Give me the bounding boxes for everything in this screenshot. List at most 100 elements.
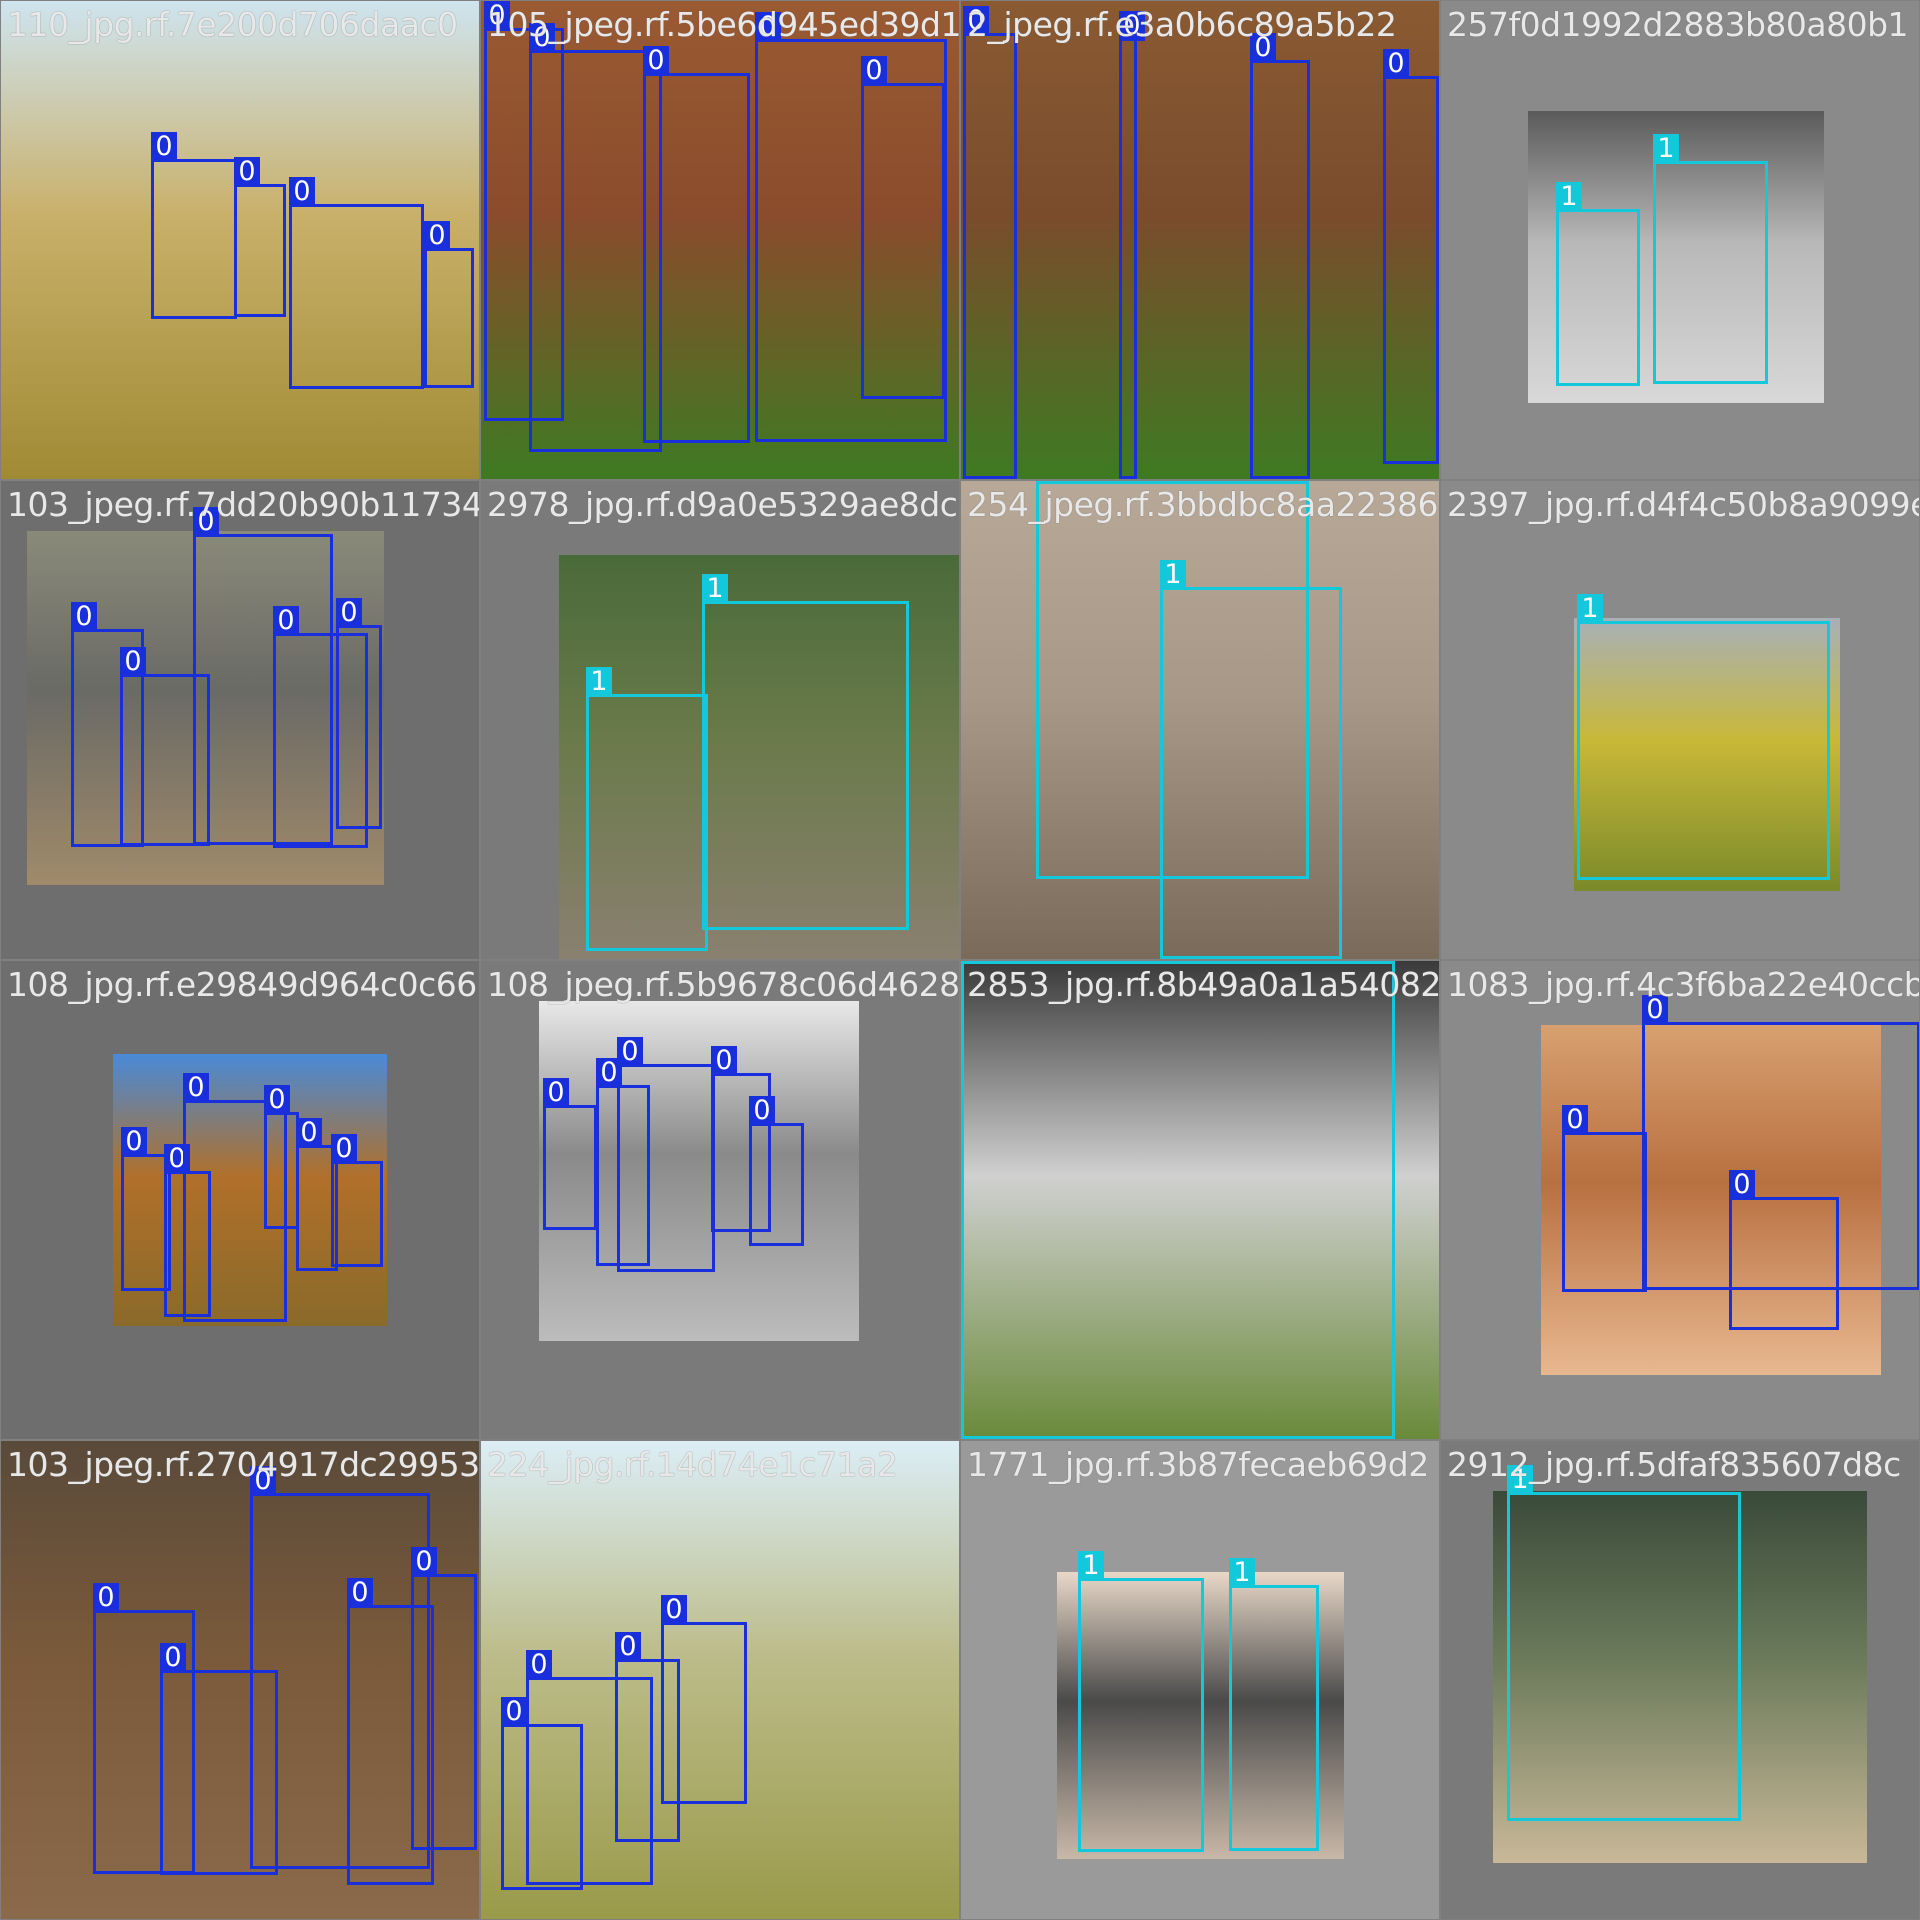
class-label: 0 — [273, 606, 299, 636]
class-label: 0 — [643, 46, 669, 76]
bounding-box: 0 — [749, 1096, 804, 1246]
bounding-box: 1 — [1229, 1558, 1319, 1851]
bounding-box: 1 — [1653, 134, 1768, 384]
class-label: 1 — [1653, 134, 1679, 164]
class-label: 1 — [586, 667, 612, 697]
image-tile: 0 0 0 0 110_jpg.rf.7e200d706daac0 — [1, 1, 479, 479]
class-label: 0 — [93, 1583, 119, 1613]
image-tile: 0 0 0 0 0 108_jpeg.rf.5b9678c06d4628 — [481, 961, 959, 1439]
bounding-box: 0 — [661, 1595, 747, 1804]
bounding-box: 1 — [1577, 594, 1830, 880]
bounding-box: 0 — [643, 46, 750, 443]
class-label: 1 — [961, 961, 987, 964]
image-tile: 11254_jpeg.rf.3bbdbc8aa22386 — [961, 481, 1439, 959]
bounding-box: 0 — [501, 1697, 583, 1890]
bounding-box: 0 — [543, 1078, 597, 1230]
bounding-box: 1 — [1078, 1551, 1204, 1852]
class-label: 0 — [661, 1595, 687, 1625]
filename-label: 2397_jpg.rf.d4f4c50b8a9099e — [1447, 485, 1919, 524]
image-tile: 0 0 0 0 0 105_jpeg.rf.5be6d945ed39d1 — [481, 1, 959, 479]
bounding-box: 0 — [1250, 33, 1310, 479]
image-tile: 0 0 0 0 2_jpeg.rf.e3a0b6c89a5b22 — [961, 1, 1439, 479]
filename-label: 1771_jpg.rf.3b87fecaeb69d2 — [967, 1445, 1429, 1484]
bounding-box: 0 — [424, 221, 474, 388]
class-label: 0 — [861, 56, 887, 86]
bounding-box: 0 — [617, 1037, 715, 1272]
bounding-box: 1 — [702, 574, 909, 930]
photo — [961, 1, 1439, 479]
image-tile: 1 2397_jpg.rf.d4f4c50b8a9099e — [1441, 481, 1919, 959]
class-label: 1 — [1160, 560, 1186, 590]
bounding-box: 0 — [289, 177, 424, 389]
class-label: 0 — [411, 1547, 437, 1577]
filename-label: 2912_jpg.rf.5dfaf835607d8c — [1447, 1445, 1901, 1484]
class-label: 0 — [71, 602, 97, 632]
filename-label: 108_jpg.rf.e29849d964c0c66 — [7, 965, 477, 1004]
image-tile: 0 0 0 0 0 103_jpeg.rf.7dd20b90b11734 — [1, 481, 479, 959]
class-label: 0 — [234, 157, 260, 187]
image-tile: 0 0 0 0 224_jpg.rf.14d74e1c71a2 — [481, 1441, 959, 1919]
filename-label: 2853_jpg.rf.8b49a0a1a54082 — [967, 965, 1439, 1004]
bounding-box: 1 — [586, 667, 708, 951]
filename-label: 103_jpeg.rf.2704917dc29953 — [7, 1445, 479, 1484]
class-label: 1 — [1078, 1551, 1104, 1581]
class-label: 0 — [1562, 1105, 1588, 1135]
bounding-box: 0 — [861, 56, 945, 399]
bounding-box: 1 — [1507, 1465, 1741, 1821]
class-label: 0 — [289, 177, 315, 207]
class-label: 0 — [347, 1578, 373, 1608]
filename-label: 103_jpeg.rf.7dd20b90b11734 — [7, 485, 479, 524]
bounding-box: 0 — [331, 1134, 383, 1267]
mosaic-grid: 0 0 0 0 110_jpg.rf.7e200d706daac0 0 0 0 0 0 105_jp… — [0, 0, 1920, 1920]
image-tile: 0 0 0 0 0 103_jpeg.rf.2704917dc29953 — [1, 1441, 479, 1919]
filename-label: 1083_jpg.rf.4c3f6ba22e40ccb7 — [1447, 965, 1919, 1004]
image-tile: 0 0 0 1083_jpg.rf.4c3f6ba22e40ccb7 — [1441, 961, 1919, 1439]
class-label: 1 — [1577, 594, 1603, 624]
filename-label: 254_jpeg.rf.3bbdbc8aa22386 — [967, 485, 1438, 524]
image-tile: 0 0 0 0 0 0 108_jpg.rf.e29849d964c0c66 — [1, 961, 479, 1439]
class-label: 0 — [336, 598, 362, 628]
class-label: 1 — [702, 574, 728, 604]
class-label: 0 — [183, 1073, 209, 1103]
bounding-box: 0 — [1729, 1170, 1839, 1330]
image-tile: 1 1 1771_jpg.rf.3b87fecaeb69d2 — [961, 1441, 1439, 1919]
class-label: 0 — [749, 1096, 775, 1126]
bounding-box: 0 — [336, 598, 382, 829]
bounding-box: 0 — [1383, 49, 1439, 464]
class-label: 0 — [331, 1134, 357, 1164]
image-tile: 1 1 2978_jpg.rf.d9a0e5329ae8dce1 — [481, 481, 959, 959]
bounding-box: 0 — [264, 1085, 299, 1229]
bounding-box: 0 — [151, 132, 237, 319]
class-label: 0 — [1383, 49, 1409, 79]
class-label: 0 — [617, 1037, 643, 1067]
filename-label: 105_jpeg.rf.5be6d945ed39d1 — [487, 5, 959, 44]
filename-label: 110_jpg.rf.7e200d706daac0 — [7, 5, 458, 44]
class-label: 0 — [121, 1127, 147, 1157]
image-tile: 1 2912_jpg.rf.5dfaf835607d8c — [1441, 1441, 1919, 1919]
class-label: 0 — [615, 1632, 641, 1662]
bounding-box: 0 — [1119, 11, 1145, 479]
bounding-box: 1 — [1556, 182, 1640, 386]
class-label: 0 — [526, 1650, 552, 1680]
filename-label: 108_jpeg.rf.5b9678c06d4628 — [487, 965, 959, 1004]
class-label: 0 — [296, 1118, 322, 1148]
class-label: 0 — [120, 647, 146, 677]
bounding-box: 0 — [1562, 1105, 1647, 1292]
class-label: 0 — [1729, 1170, 1755, 1200]
bounding-box: 1 — [961, 961, 1395, 1439]
filename-label: 2_jpeg.rf.e3a0b6c89a5b22 — [967, 5, 1397, 44]
class-label: 0 — [264, 1085, 290, 1115]
filename-label: 257f0d1992d2883b80a80b1 — [1447, 5, 1909, 44]
class-label: 0 — [501, 1697, 527, 1727]
filename-label: 224_jpg.rf.14d74e1c71a2 — [487, 1445, 898, 1484]
class-label: 1 — [1229, 1558, 1255, 1588]
bounding-box: 1 — [1160, 560, 1342, 959]
bounding-box: 0 — [234, 157, 286, 317]
class-label: 0 — [424, 221, 450, 251]
class-label: 0 — [711, 1046, 737, 1076]
filename-label: 2978_jpg.rf.d9a0e5329ae8dce1 — [487, 485, 959, 524]
bounding-box: 0 — [411, 1547, 477, 1850]
class-label: 1 — [1556, 182, 1582, 212]
image-tile: 1 1 257f0d1992d2883b80a80b1 — [1441, 1, 1919, 479]
class-label: 0 — [160, 1643, 186, 1673]
